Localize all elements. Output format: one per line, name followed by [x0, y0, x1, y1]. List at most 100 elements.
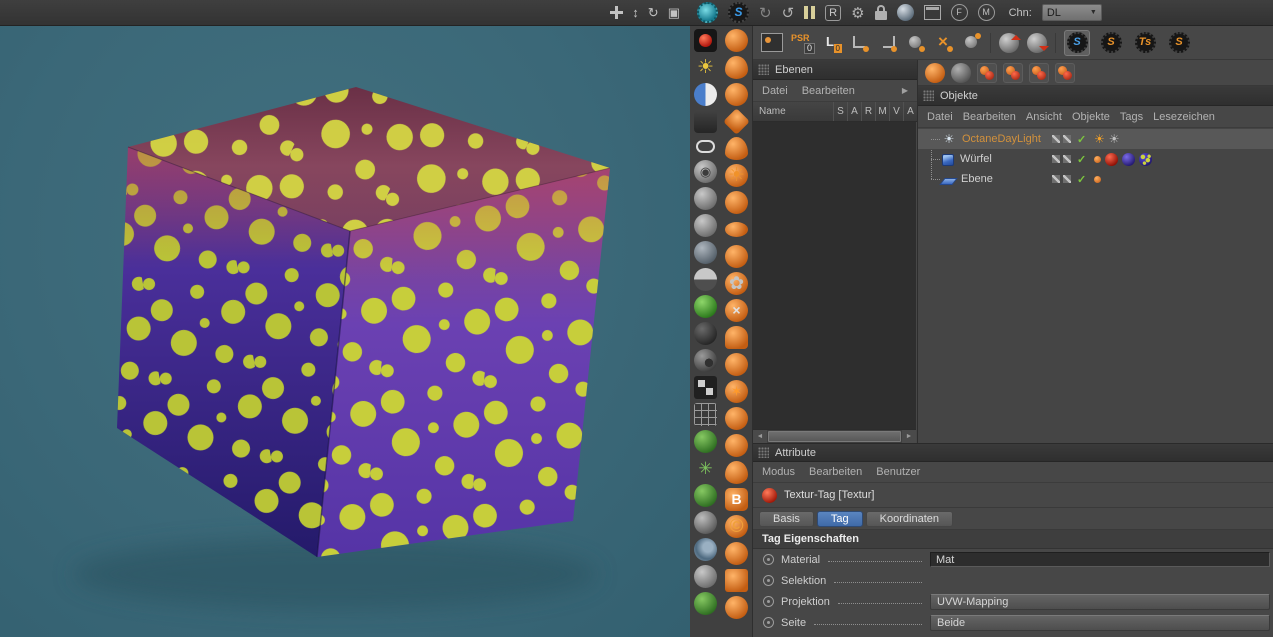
octane-tag-icon[interactable]: [1094, 175, 1101, 183]
tree-row-wuerfel[interactable]: Würfel ✓: [918, 149, 1273, 169]
octane-texture-s-icon[interactable]: Ts: [1132, 30, 1158, 56]
orange-sun-icon[interactable]: [725, 164, 748, 187]
restart-render-icon[interactable]: ↺: [782, 4, 795, 22]
editor-visibility-toggle[interactable]: [1052, 135, 1060, 143]
lock-resolution-icon[interactable]: [874, 4, 887, 20]
fish-icon[interactable]: [725, 137, 748, 160]
contrast-sphere-icon[interactable]: [694, 83, 717, 106]
render-window-icon[interactable]: [923, 5, 941, 20]
layer-zero-icon[interactable]: L 0: [824, 32, 842, 54]
crescent-icon[interactable]: [725, 542, 748, 565]
orbit-icon[interactable]: ↻: [648, 6, 659, 19]
menu-bearbeiten[interactable]: Bearbeiten: [809, 466, 862, 478]
viewport-header[interactable]: ↕ ↻ ▣: [0, 0, 690, 26]
keyframe-circle-icon[interactable]: [763, 617, 774, 628]
node-corner-icon[interactable]: [850, 33, 870, 53]
panel-grip-icon[interactable]: [923, 90, 934, 101]
dark-box-icon[interactable]: [694, 110, 717, 133]
editor-visibility-toggle[interactable]: [1052, 155, 1060, 163]
x-sphere-icon[interactable]: [725, 299, 748, 322]
region-render-icon[interactable]: R: [825, 4, 842, 21]
enabled-check-icon[interactable]: ✓: [1077, 153, 1086, 166]
menu-datei[interactable]: Datei: [927, 111, 953, 123]
knot-icon[interactable]: [694, 511, 717, 534]
grid-icon[interactable]: [694, 403, 717, 426]
render-settings-gear-icon[interactable]: ⚙: [851, 4, 864, 22]
menu-overflow-icon[interactable]: ▶: [902, 86, 908, 95]
textured-cube[interactable]: [0, 26, 690, 637]
peach-sphere-icon[interactable]: [725, 407, 748, 430]
menu-tags[interactable]: Tags: [1120, 111, 1143, 123]
column-a2[interactable]: A: [903, 102, 917, 121]
octane-material-blue-icon[interactable]: S: [1064, 29, 1090, 56]
add-mix-material-icon[interactable]: [951, 62, 971, 83]
node-sphere-2-icon[interactable]: [962, 32, 982, 53]
layers-panel-titlebar[interactable]: Ebenen: [753, 60, 917, 80]
scroll-right-icon[interactable]: ►: [902, 430, 916, 443]
picture-viewer-icon[interactable]: [761, 33, 783, 52]
menu-objekte[interactable]: Objekte: [1072, 111, 1110, 123]
fern-icon[interactable]: [725, 596, 748, 619]
tree-icon[interactable]: [694, 592, 717, 615]
octane-orb-icon[interactable]: [725, 29, 748, 52]
pebble-icon[interactable]: [694, 565, 717, 588]
render-visibility-toggle[interactable]: [1063, 135, 1071, 143]
octane-material-orange-icon[interactable]: S: [1098, 30, 1124, 56]
keyframe-circle-icon[interactable]: [763, 575, 774, 586]
octane-material-orange-2-icon[interactable]: S: [1166, 30, 1192, 56]
maximize-view-icon[interactable]: ▣: [668, 6, 680, 19]
tab-tag[interactable]: Tag: [816, 510, 863, 527]
column-r[interactable]: R: [861, 102, 875, 121]
texture-download-icon[interactable]: [1027, 32, 1049, 53]
node-sphere-icon[interactable]: [906, 33, 926, 53]
tree-row-octanedaylight[interactable]: ☀ OctaneDayLight ✓ ☀ ☀: [918, 129, 1273, 149]
panel-grip-icon[interactable]: [758, 64, 769, 75]
editor-visibility-toggle[interactable]: [1052, 175, 1060, 183]
octane-s-logo-icon[interactable]: S: [728, 2, 749, 23]
pause-render-icon[interactable]: [804, 6, 816, 19]
focus-pick-icon[interactable]: F: [950, 4, 968, 21]
plants-icon[interactable]: [694, 430, 717, 453]
object-label[interactable]: Würfel: [960, 153, 992, 165]
material-field[interactable]: Mat: [930, 552, 1270, 567]
ring-sphere-icon[interactable]: [694, 160, 717, 183]
seite-dropdown[interactable]: Beide: [930, 614, 1270, 631]
column-v[interactable]: V: [889, 102, 903, 121]
swirl-icon[interactable]: [694, 538, 717, 561]
dark-sphere-icon[interactable]: [694, 322, 717, 345]
material-pair-3-icon[interactable]: [1029, 62, 1049, 83]
menu-modus[interactable]: Modus: [762, 466, 795, 478]
objects-panel-titlebar[interactable]: Objekte: [918, 86, 1273, 106]
capsule-icon[interactable]: [696, 140, 715, 153]
scrollbar-thumb[interactable]: [768, 431, 901, 442]
pattern-sphere-icon[interactable]: [694, 349, 717, 372]
flame-2-icon[interactable]: [725, 461, 748, 484]
scroll-left-icon[interactable]: ◄: [753, 430, 767, 443]
pan-icon[interactable]: [610, 6, 624, 19]
expression-tag-icon[interactable]: ☀: [1109, 132, 1120, 146]
object-label[interactable]: OctaneDayLight: [962, 133, 1041, 145]
tab-basis[interactable]: Basis: [759, 510, 814, 527]
texture-tag-dots-icon[interactable]: [1139, 152, 1152, 166]
grass-icon[interactable]: [694, 484, 717, 507]
menu-datei[interactable]: Datei: [762, 85, 788, 97]
render-visibility-toggle[interactable]: [1063, 175, 1071, 183]
diamond-icon[interactable]: [723, 108, 750, 135]
stack-icon[interactable]: [725, 569, 748, 592]
burst-icon[interactable]: [725, 380, 748, 403]
dolly-icon[interactable]: ↕: [632, 6, 639, 19]
sun-icon[interactable]: [694, 56, 717, 79]
object-label[interactable]: Ebene: [961, 173, 993, 185]
keyframe-circle-icon[interactable]: [763, 596, 774, 607]
render-visibility-toggle[interactable]: [1063, 155, 1071, 163]
menu-bearbeiten[interactable]: Bearbeiten: [963, 111, 1016, 123]
menu-lesezeichen[interactable]: Lesezeichen: [1153, 111, 1215, 123]
column-name[interactable]: Name: [753, 106, 833, 117]
tree-row-ebene[interactable]: Ebene ✓: [918, 169, 1273, 189]
material-ball-icon[interactable]: [896, 4, 914, 21]
film-icon[interactable]: [694, 376, 717, 399]
octane-tag-icon[interactable]: [1094, 155, 1101, 163]
gray-sphere-3-icon[interactable]: [694, 241, 717, 264]
sync-render-icon[interactable]: ↻: [759, 4, 772, 22]
waffle-sphere-icon[interactable]: [725, 191, 748, 214]
